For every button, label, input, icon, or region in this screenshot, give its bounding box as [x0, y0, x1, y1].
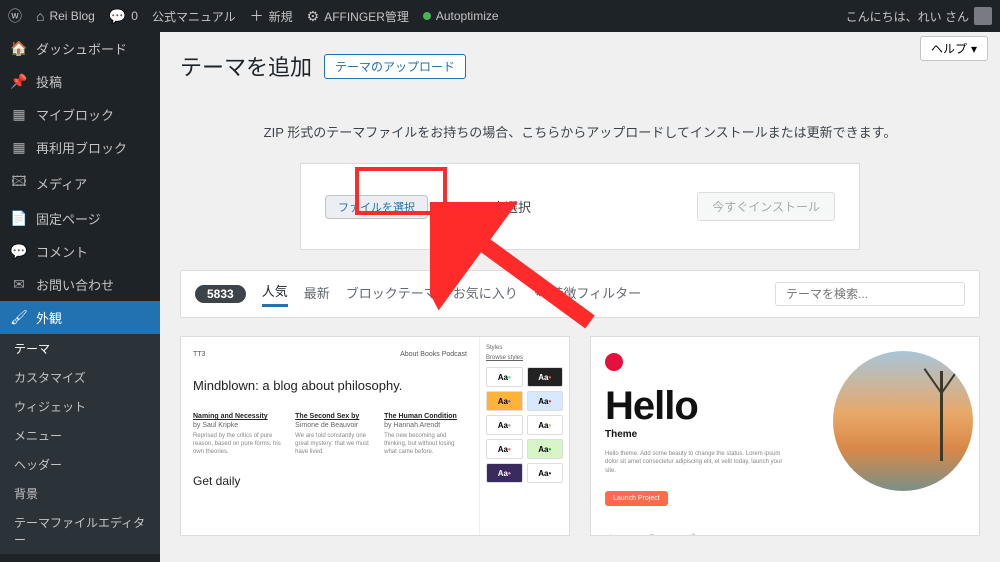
- upload-instruction: ZIP 形式のテーマファイルをお持ちの場合、こちらからアップロードしてインストー…: [180, 122, 980, 141]
- elementor-icon: [605, 353, 623, 371]
- sidebar-item-media[interactable]: 🖾メディア: [0, 164, 160, 202]
- upload-theme-button[interactable]: テーマのアップロード: [324, 54, 466, 79]
- page-title: テーマを追加: [180, 50, 312, 82]
- block-icon: ▦: [10, 106, 28, 123]
- hello-cta: Launch Project: [605, 491, 668, 506]
- pin-icon: 📌: [10, 73, 28, 90]
- sidebar-item-reusable[interactable]: ▦再利用ブロック: [0, 131, 160, 164]
- submenu-editor[interactable]: テーマファイルエディター: [0, 508, 160, 554]
- filter-favorites[interactable]: お気に入り: [453, 283, 518, 306]
- home-icon: ⌂: [36, 8, 44, 24]
- comments-icon: 💬: [10, 243, 28, 260]
- theme-headline: Mindblown: a blog about philosophy.: [193, 378, 467, 393]
- filter-latest[interactable]: 最新: [304, 283, 330, 306]
- new-link[interactable]: ＋新規: [250, 6, 293, 26]
- theme-grid: TT3About Books Podcast Mindblown: a blog…: [180, 336, 980, 536]
- filter-popular[interactable]: 人気: [262, 281, 288, 307]
- admin-sidebar: 🏠ダッシュボード 📌投稿 ▦マイブロック ▦再利用ブロック 🖾メディア 📄固定ペ…: [0, 32, 160, 562]
- appearance-submenu: テーマ カスタマイズ ウィジェット メニュー ヘッダー 背景 テーマファイルエデ…: [0, 334, 160, 554]
- mail-icon: ✉: [10, 276, 28, 293]
- sidebar-item-dashboard[interactable]: 🏠ダッシュボード: [0, 32, 160, 65]
- sidebar-item-plugins[interactable]: 🔌プラグイン: [0, 554, 160, 562]
- globe-icon: ⊕: [646, 530, 658, 536]
- wp-logo[interactable]: ⓦ: [8, 6, 22, 26]
- dashboard-icon: 🏠: [10, 40, 28, 57]
- filter-block-themes[interactable]: ブロックテーマ: [346, 283, 437, 306]
- blocks-icon: ▦: [10, 139, 28, 156]
- help-tab[interactable]: ヘルプ▾: [920, 36, 988, 61]
- hello-hero-image: [833, 351, 973, 491]
- avatar-icon: [974, 7, 992, 25]
- submenu-menus[interactable]: メニュー: [0, 421, 160, 450]
- upload-section: ZIP 形式のテーマファイルをお持ちの場合、こちらからアップロードしてインストー…: [180, 122, 980, 250]
- site-link[interactable]: ⌂ Rei Blog: [36, 8, 95, 24]
- sidebar-item-contact[interactable]: ✉お問い合わせ: [0, 268, 160, 301]
- file-select-button[interactable]: ファイルを選択: [325, 195, 428, 219]
- admin-bar: ⓦ ⌂Rei Blog 💬0 公式マニュアル ＋新規 ⚙AFFINGER管理 A…: [0, 0, 1000, 32]
- sidebar-item-appearance[interactable]: 🖌外観: [0, 301, 160, 334]
- gear-icon: ⚙: [307, 8, 320, 25]
- affinger-link[interactable]: ⚙AFFINGER管理: [307, 8, 409, 25]
- account-link[interactable]: こんにちは、れい さん: [846, 7, 992, 25]
- site-name: Rei Blog: [49, 9, 94, 23]
- status-dot-icon: [423, 12, 431, 20]
- page-icon: 📄: [10, 210, 28, 227]
- autoptimize-link[interactable]: Autoptimize: [423, 9, 499, 23]
- gear-icon: ⚙: [534, 284, 546, 300]
- hello-title: Hello: [605, 384, 785, 429]
- theme-count-badge: 5833: [195, 285, 246, 303]
- comments-link[interactable]: 💬0: [109, 8, 138, 25]
- manual-link[interactable]: 公式マニュアル: [152, 8, 236, 25]
- brush-icon: 🖌: [10, 309, 28, 326]
- theme-card-twentytwentythree[interactable]: TT3About Books Podcast Mindblown: a blog…: [180, 336, 570, 536]
- sidebar-item-pages[interactable]: 📄固定ページ: [0, 202, 160, 235]
- submenu-widgets[interactable]: ウィジェット: [0, 392, 160, 421]
- comment-icon: 💬: [109, 8, 126, 25]
- sidebar-item-posts[interactable]: 📌投稿: [0, 65, 160, 98]
- feature-filter[interactable]: ⚙特徴フィルター: [534, 283, 641, 306]
- sidebar-item-comments[interactable]: 💬コメント: [0, 235, 160, 268]
- snowflake-icon: ❄: [688, 530, 700, 536]
- submenu-customize[interactable]: カスタマイズ: [0, 363, 160, 392]
- plus-icon: ＋: [250, 6, 264, 26]
- install-now-button[interactable]: 今すぐインストール: [697, 192, 835, 221]
- theme-search-input[interactable]: [775, 282, 965, 306]
- submenu-background[interactable]: 背景: [0, 479, 160, 508]
- chevron-down-icon: ▾: [971, 42, 977, 56]
- file-status: ファイル未選択: [440, 197, 531, 216]
- submenu-header[interactable]: ヘッダー: [0, 450, 160, 479]
- wordpress-icon: ⓦ: [8, 6, 22, 26]
- location-icon: ◇: [605, 530, 616, 536]
- media-icon: 🖾: [10, 171, 28, 195]
- greeting-text: こんにちは、れい さん: [846, 8, 969, 25]
- theme-card-hello[interactable]: Hello Theme Hello theme. Add some beauty…: [590, 336, 980, 536]
- upload-box: ファイルを選択 ファイル未選択 今すぐインストール: [300, 163, 860, 250]
- main-content: ヘルプ▾ テーマを追加 テーマのアップロード ZIP 形式のテーマファイルをお持…: [160, 32, 1000, 562]
- submenu-themes[interactable]: テーマ: [0, 334, 160, 363]
- sidebar-item-myblock[interactable]: ▦マイブロック: [0, 98, 160, 131]
- comment-count: 0: [131, 9, 138, 23]
- theme-filter-bar: 5833 人気 最新 ブロックテーマ お気に入り ⚙特徴フィルター: [180, 270, 980, 318]
